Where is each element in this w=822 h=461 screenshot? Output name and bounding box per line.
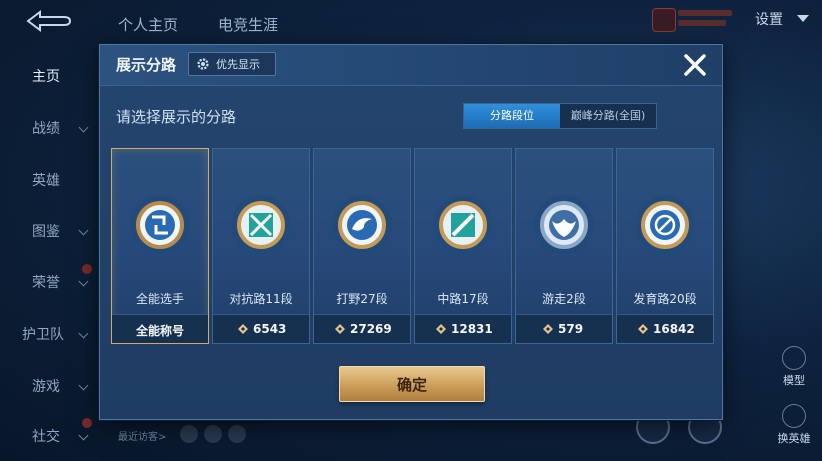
lane-score-value: 16842 [653,322,695,336]
model-label: 模型 [783,374,805,387]
swap-hero-label: 换英雄 [777,432,811,445]
rank-points-icon [436,324,446,334]
lane-score-value: 579 [558,322,584,336]
lane-card-name: 中路17段 [437,292,489,306]
chevron-down-icon [78,430,89,441]
lane-card-farm-lane[interactable]: 发育路20段 16842 [616,148,714,344]
sidebar-item-gallery[interactable]: 图鉴 [0,215,98,247]
sidebar-item-honors[interactable]: 荣誉 [0,264,98,298]
sidebar-item-label: 社交 [32,429,60,445]
lane-card-jungle[interactable]: 打野27段 27269 [313,148,411,344]
sidebar-item-heroes[interactable]: 英雄 [0,164,98,196]
close-icon[interactable] [678,48,712,82]
rank-points-icon [543,324,553,334]
lane-card-mid-lane[interactable]: 中路17段 12831 [414,148,512,344]
lane-card-name: 全能选手 [135,292,184,306]
model-button[interactable]: 模型 [768,346,820,388]
lane-score-value: 6543 [253,322,287,336]
tab-peak-lane-national[interactable]: 巅峰分路(全国) [560,104,656,128]
model-icon [782,346,806,370]
rank-points-icon [238,324,248,334]
tab-lane-rank[interactable]: 分路段位 [464,104,560,128]
chevron-down-icon [78,122,89,133]
swap-hero-button[interactable]: 换英雄 [768,404,820,446]
swap-hero-icon [782,404,806,428]
lane-card-footer: 全能称号 [112,314,208,343]
vip-info [652,6,736,32]
roam-emblem-icon [534,195,594,255]
rank-points-icon [335,324,345,334]
lane-card-footer: 12831 [415,314,511,343]
all-round-title-label: 全能称号 [135,324,184,338]
lane-score-value: 27269 [350,322,392,336]
notification-dot [82,264,92,274]
sidebar-item-label: 英雄 [32,173,60,189]
all-round-emblem-icon [130,195,190,255]
lane-select-prompt: 请选择展示的分路 [116,108,237,126]
visitor-avatar[interactable] [204,425,222,443]
farm-lane-emblem-icon [635,195,695,255]
lane-card-footer: 16842 [617,314,713,343]
sidebar-item-label: 图鉴 [32,224,60,240]
settings-label: 设置 [755,12,783,28]
tab-profile[interactable]: 个人主页 [118,14,178,35]
jungle-emblem-icon [332,195,392,255]
visitor-avatar[interactable] [228,425,246,443]
display-lane-dialog: 展示分路 优先显示 请选择展示的分路 分路段位 巅峰分路(全国) 全能选手 全能… [99,44,723,420]
lane-score-value: 12831 [451,322,493,336]
dialog-title: 展示分路 [116,56,177,74]
chevron-down-icon [78,328,89,339]
chevron-down-icon [78,380,89,391]
lane-card-footer: 579 [516,314,612,343]
rank-points-icon [638,324,648,334]
mid-lane-emblem-icon [433,195,493,255]
chevron-down-icon [78,225,89,236]
lane-card-all-round[interactable]: 全能选手 全能称号 [111,148,209,344]
lane-type-segmented-control: 分路段位 巅峰分路(全国) [463,103,657,129]
lane-card-footer: 27269 [314,314,410,343]
sidebar-item-home[interactable]: 主页 [0,60,98,92]
priority-display-button[interactable]: 优先显示 [188,52,276,76]
sidebar-item-label: 荣誉 [32,275,60,291]
visitor-avatar[interactable] [180,425,198,443]
gear-icon [197,58,209,70]
sidebar-item-games[interactable]: 游戏 [0,370,98,402]
lane-card-name: 发育路20段 [633,292,697,306]
tab-esports-career[interactable]: 电竞生涯 [218,14,278,35]
clash-lane-emblem-icon [231,195,291,255]
sidebar-item-records[interactable]: 战绩 [0,112,98,144]
lane-card-footer: 6543 [213,314,309,343]
lane-card-clash-lane[interactable]: 对抗路11段 6543 [212,148,310,344]
back-arrow-icon[interactable] [18,6,74,36]
sidebar-item-label: 护卫队 [22,327,64,343]
confirm-label: 确定 [396,376,427,394]
confirm-button[interactable]: 确定 [339,366,485,402]
chevron-down-icon [78,276,89,287]
settings-dropdown[interactable]: 设置 [745,6,815,30]
vip-avatar [652,8,676,32]
priority-display-label: 优先显示 [216,58,260,71]
sidebar: 主页 战绩 英雄 图鉴 荣誉 护卫队 游戏 社交 [0,50,98,461]
sidebar-item-guard-team[interactable]: 护卫队 [0,318,98,350]
lane-card-name: 对抗路11段 [229,292,293,306]
lane-card-roam[interactable]: 游走2段 579 [515,148,613,344]
recent-visitors-link[interactable]: 最近访客> [118,428,166,443]
dialog-header: 展示分路 优先显示 [100,45,722,86]
sidebar-item-label: 战绩 [32,121,60,137]
caret-down-icon [797,15,809,22]
lane-card-name: 打野27段 [336,292,388,306]
notification-dot [82,418,92,428]
sidebar-item-label: 主页 [32,69,60,85]
sidebar-item-label: 游戏 [32,379,60,395]
lane-card-name: 游走2段 [542,292,586,306]
sidebar-item-social[interactable]: 社交 [0,418,98,452]
